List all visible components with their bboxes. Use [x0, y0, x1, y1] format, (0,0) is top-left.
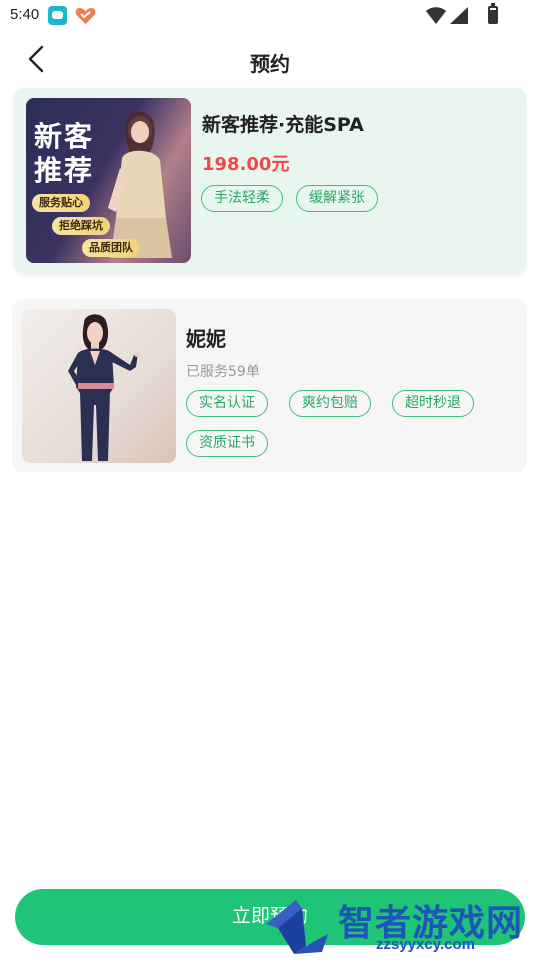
app-notification-icon — [48, 6, 67, 25]
status-time: 5:40 — [10, 6, 40, 23]
therapist-tag: 超时秒退 — [392, 390, 474, 417]
model-photo — [108, 111, 172, 258]
status-bar: 5:40 — [0, 0, 540, 32]
heart-app-icon — [75, 8, 96, 24]
therapist-tag: 实名认证 — [186, 390, 268, 417]
promo-ribbon: 品质团队 — [82, 239, 140, 257]
promo-ribbon: 服务贴心 — [32, 194, 90, 212]
service-name: 新客推荐·充能SPA — [202, 114, 364, 136]
service-card[interactable]: 新客 推荐 服务贴心 拒绝踩坑 品质团队 新客推荐·充能SPA 198.00元 … — [14, 88, 526, 274]
status-indicators — [426, 3, 506, 26]
service-image: 新客 推荐 服务贴心 拒绝踩坑 品质团队 — [26, 98, 191, 263]
promo-headline-1: 新客 — [34, 120, 95, 153]
service-tag: 手法轻柔 — [201, 185, 283, 212]
watermark-url: zzsyyxcy.com — [376, 936, 475, 953]
navigation-bar: 预约 — [0, 32, 540, 88]
promo-ribbon: 拒绝踩坑 — [52, 217, 110, 235]
therapist-name: 妮妮 — [186, 327, 226, 351]
therapist-tag: 爽约包赔 — [289, 390, 371, 417]
therapist-figure — [68, 314, 140, 461]
promo-headline-2: 推荐 — [34, 154, 95, 187]
watermark-logo — [266, 900, 328, 954]
therapist-card[interactable]: 妮妮 已服务59单 实名认证 爽约包赔 超时秒退 资质证书 — [12, 299, 527, 472]
service-price: 198.00元 — [202, 154, 290, 175]
therapist-photo — [22, 309, 176, 463]
service-tag: 缓解紧张 — [296, 185, 378, 212]
site-watermark: 智者游戏网 zzsyyxcy.com — [262, 890, 540, 960]
therapist-tag: 资质证书 — [186, 430, 268, 457]
therapist-order-count: 已服务59单 — [186, 364, 260, 380]
signal-icon — [450, 7, 468, 24]
wifi-icon — [426, 7, 446, 24]
page-title: 预约 — [250, 52, 290, 76]
battery-icon — [488, 3, 498, 24]
